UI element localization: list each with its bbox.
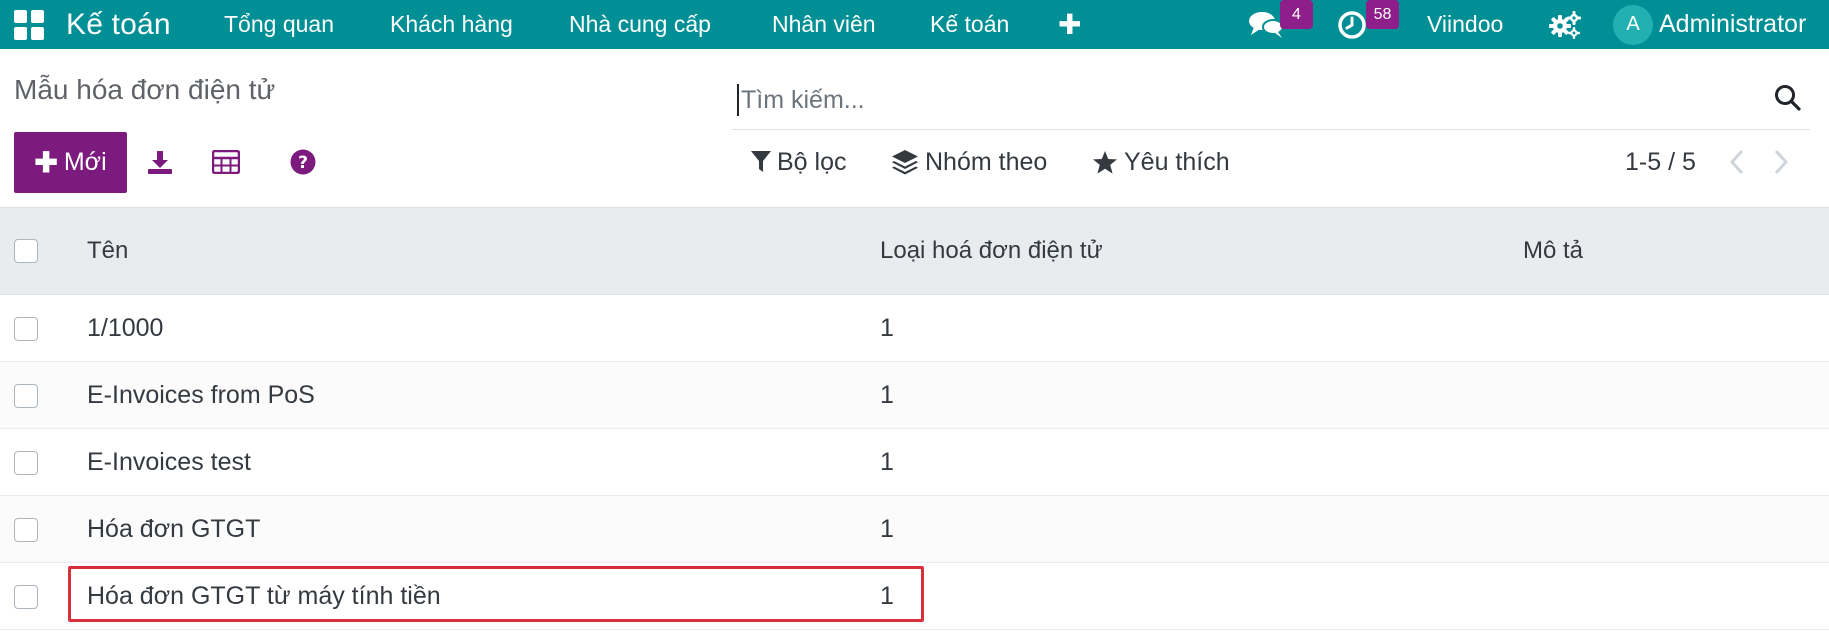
table-row[interactable]: 1/1000 1 [0,295,1829,362]
star-icon [1093,150,1117,174]
row-checkbox[interactable] [14,384,38,408]
cell-name: 1/1000 [87,313,164,342]
table-header: Tên Loại hoá đơn điện tử Mô tả [0,207,1829,295]
user-menu[interactable]: A [1613,0,1653,49]
add-menu-icon[interactable]: ✚ [1058,0,1081,49]
help-question-icon[interactable]: ? [286,145,320,179]
table-row[interactable]: Hóa đơn GTGT từ máy tính tiền 1 [0,563,1829,630]
favorites-dropdown[interactable]: Yêu thích [1092,143,1230,181]
avatar: A [1613,4,1653,45]
messages-count-badge: 4 [1280,0,1313,29]
column-header-description[interactable]: Mô tả [1523,208,1583,294]
layers-icon [892,150,918,175]
group-by-dropdown[interactable]: Nhóm theo [891,143,1047,181]
cell-einvoice-type: 1 [880,514,894,543]
plus-icon: ✚ [34,147,58,178]
activities-clock-icon[interactable] [1337,0,1369,49]
column-header-name[interactable]: Tên [87,208,128,294]
table-row[interactable]: Hóa đơn GTGT 1 [0,496,1829,563]
cell-einvoice-type: 1 [880,447,894,476]
select-all-checkbox[interactable] [14,239,38,263]
table-row[interactable]: E-Invoices test 1 [0,429,1829,496]
activities-count-badge: 58 [1366,0,1399,29]
group-by-label: Nhóm theo [925,147,1048,176]
search-icon[interactable] [1768,78,1808,118]
menu-item-accounting[interactable]: Kế toán [930,0,1009,49]
spreadsheet-table-icon[interactable] [209,145,243,179]
user-name[interactable]: Administrator [1659,0,1806,49]
cell-name: E-Invoices from PoS [87,380,315,409]
filter-funnel-icon [751,151,771,172]
search-input[interactable] [741,80,1741,120]
table-row[interactable]: E-Invoices from PoS 1 [0,362,1829,429]
pager-next-icon[interactable] [1766,143,1796,181]
row-checkbox[interactable] [14,518,38,542]
top-navbar: Kế toán Tổng quan Khách hàng Nhà cung cấ… [0,0,1829,49]
search-bar [732,70,1810,130]
pager-value[interactable]: 1-5 / 5 [1625,143,1696,181]
row-checkbox[interactable] [14,451,38,475]
pager-previous-icon[interactable] [1722,143,1752,181]
company-switcher[interactable]: Viindoo [1427,0,1503,49]
text-cursor [737,84,739,116]
cell-name: E-Invoices test [87,447,251,476]
cell-einvoice-type: 1 [880,581,894,610]
menu-item-customers[interactable]: Khách hàng [390,0,513,49]
breadcrumb: Mẫu hóa đơn điện tử [14,74,276,105]
apps-menu-icon[interactable] [14,0,46,49]
row-checkbox[interactable] [14,585,38,609]
cell-name: Hóa đơn GTGT [87,514,261,543]
menu-item-vendors[interactable]: Nhà cung cấp [569,0,711,49]
cell-name: Hóa đơn GTGT từ máy tính tiền [87,581,441,610]
svg-text:?: ? [298,153,308,173]
filters-label: Bộ lọc [777,147,847,176]
new-button-label: Mới [63,148,107,176]
menu-item-employees[interactable]: Nhân viên [772,0,876,49]
settings-gears-icon[interactable] [1549,0,1581,49]
download-icon[interactable] [143,145,177,179]
filters-dropdown[interactable]: Bộ lọc [751,143,846,181]
new-button[interactable]: ✚ Mới [14,132,127,193]
favorites-label: Yêu thích [1124,147,1230,176]
cell-einvoice-type: 1 [880,380,894,409]
menu-item-overview[interactable]: Tổng quan [224,0,334,49]
cell-einvoice-type: 1 [880,313,894,342]
column-header-einvoice-type[interactable]: Loại hoá đơn điện tử [880,208,1103,294]
row-checkbox[interactable] [14,317,38,341]
app-name[interactable]: Kế toán [66,0,171,49]
